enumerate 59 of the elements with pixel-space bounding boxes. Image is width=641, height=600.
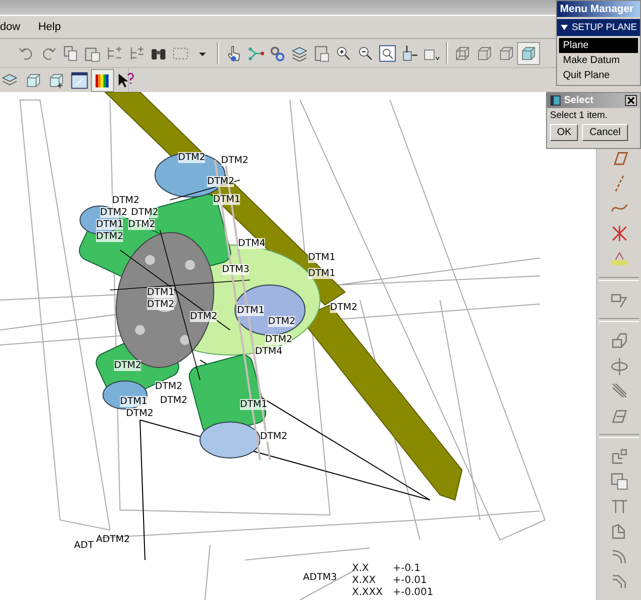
shell-icon[interactable]	[608, 471, 630, 492]
datum-label: DTM2	[207, 176, 234, 187]
close-icon[interactable]	[625, 95, 637, 106]
datum-label: DTM1	[120, 396, 148, 407]
shaded-cube-icon[interactable]	[518, 42, 539, 64]
datum-label: DTM2	[96, 231, 124, 242]
datum-label: DTM2	[131, 207, 158, 218]
datum-label: DTM2	[114, 360, 142, 371]
datum-label: DTM1	[96, 219, 124, 230]
datum-label: DTM2	[160, 395, 188, 406]
dialog-title: Select	[564, 95, 594, 106]
tolerance-value: +-0.1	[392, 563, 422, 575]
datum-label: DTM2	[221, 155, 248, 166]
datum-label: DTM1	[147, 287, 174, 298]
datum-label: DTM1	[308, 252, 336, 263]
expand-arrow-icon	[560, 23, 569, 32]
menu-title: SETUP PLANE	[572, 22, 637, 33]
tolerance-format: X.X	[352, 563, 370, 575]
dialog-button[interactable]: Cancel	[582, 124, 628, 141]
datum-label: DTM2	[190, 311, 218, 322]
datum-label: DTM1	[213, 194, 240, 205]
datum-label: DTM2	[155, 381, 182, 392]
datum-label: DTM2	[147, 299, 174, 310]
menu-option[interactable]: Make Datum	[559, 53, 638, 68]
datum-label: DTM2	[128, 219, 156, 230]
dialog-button[interactable]: OK	[550, 124, 578, 141]
datum-label: DTM1	[240, 399, 268, 410]
datum-label: DTM2	[100, 207, 128, 218]
datum-label: DTM1	[237, 305, 264, 316]
menu-item[interactable]: dow	[0, 21, 20, 33]
datum-label: DTM2	[112, 195, 140, 206]
datum-label: DTM2	[178, 152, 206, 163]
datum-label: DTM4	[255, 346, 282, 357]
datum-label: DTM2	[330, 302, 358, 313]
datum-label: DTM2	[268, 316, 296, 327]
dialog-message: Select 1 item.	[549, 109, 609, 123]
window-icon	[550, 95, 561, 106]
datum-label: ADT	[74, 540, 94, 551]
datum-label: DTM3	[222, 264, 250, 275]
color-spectrum-icon[interactable]	[92, 70, 113, 90]
revolve-icon[interactable]	[608, 355, 630, 376]
zoom-fit-icon[interactable]	[377, 42, 398, 64]
datum-label: DTM2	[126, 408, 154, 419]
datum-label: DTM2	[260, 431, 288, 442]
panel-title: Menu Manager	[557, 1, 640, 17]
datum-label: ADTM2	[96, 534, 130, 545]
menu-item[interactable]: Help	[38, 21, 61, 33]
datum-label: ADTM3	[303, 572, 337, 583]
menu-header[interactable]: SETUP PLANE	[557, 19, 640, 36]
tolerance-value: +-0.001	[392, 587, 434, 599]
datum-label: DTM4	[238, 238, 266, 249]
tolerance-format: X.XXX	[352, 587, 383, 599]
datum-label: DTM2	[265, 334, 292, 345]
datum-label: DTM1	[308, 268, 336, 279]
window-icon[interactable]	[69, 70, 90, 90]
tolerance-value: +-0.01	[392, 575, 428, 587]
menu-option[interactable]: Quit Plane	[559, 68, 638, 83]
tolerance-format: X.XX	[352, 575, 377, 587]
menu-option[interactable]: Plane	[559, 38, 638, 53]
